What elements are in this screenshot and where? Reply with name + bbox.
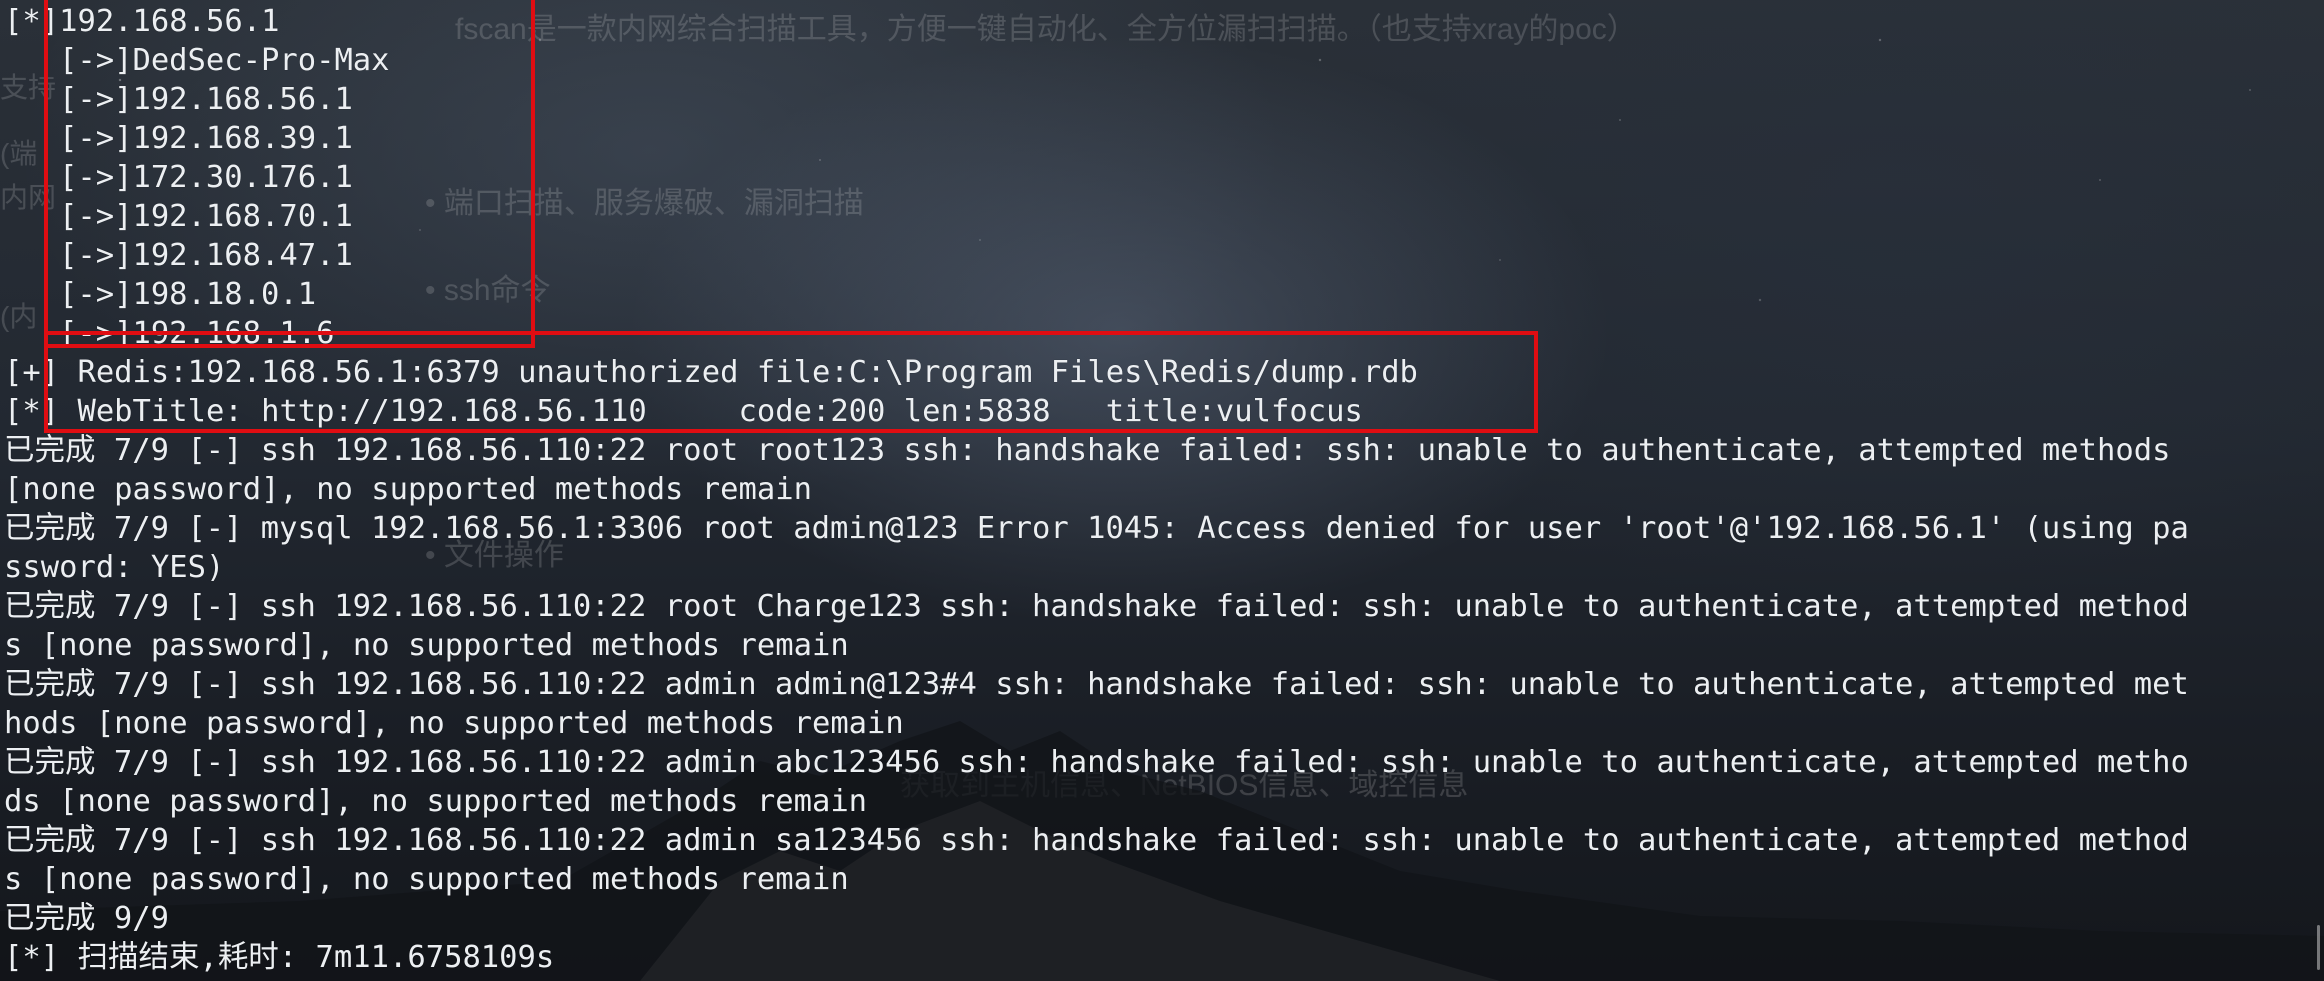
log-line: [none password], no supported methods re…	[4, 472, 812, 507]
log-line: 已完成 7/9 [-] ssh 192.168.56.110:22 admin …	[4, 667, 2189, 702]
terminal-window[interactable]: fscan是一款内网综合扫描工具，方便一键自动化、全方位漏扫扫描。（也支持xra…	[0, 0, 2324, 981]
log-line: ssword: YES)	[4, 550, 225, 585]
log-line: s [none password], no supported methods …	[4, 628, 849, 663]
interface-line: [->]192.168.70.1	[59, 199, 353, 234]
host-header-line: [*]192.168.56.1	[4, 4, 280, 39]
log-line: 已完成 7/9 [-] ssh 192.168.56.110:22 root C…	[4, 589, 2189, 624]
log-line: 已完成 9/9	[4, 901, 169, 936]
terminal-output[interactable]: [*]192.168.56.1 [->]DedSec-Pro-Max [->]192…	[4, 2, 2189, 977]
interface-line: [->]192.168.39.1	[59, 121, 353, 156]
interface-line: [->]192.168.1.6	[59, 316, 335, 351]
interface-line: [->]172.30.176.1	[59, 160, 353, 195]
interface-line: [->]192.168.47.1	[59, 238, 353, 273]
webtitle-finding-line: [*] WebTitle: http://192.168.56.110 code…	[4, 394, 1363, 429]
log-line: 已完成 7/9 [-] ssh 192.168.56.110:22 admin …	[4, 823, 2189, 858]
interface-line: [->]192.168.56.1	[59, 82, 353, 117]
interface-line: [->]DedSec-Pro-Max	[59, 43, 390, 78]
log-line: s [none password], no supported methods …	[4, 862, 849, 897]
log-line: 已完成 7/9 [-] ssh 192.168.56.110:22 root r…	[4, 433, 2171, 468]
redis-finding-line: [+] Redis:192.168.56.1:6379 unauthorized…	[4, 355, 1418, 390]
log-line: 已完成 7/9 [-] mysql 192.168.56.1:3306 root…	[4, 511, 2189, 546]
scrollbar[interactable]	[2317, 925, 2320, 970]
log-line: 已完成 7/9 [-] ssh 192.168.56.110:22 admin …	[4, 745, 2189, 780]
interface-line: [->]198.18.0.1	[59, 277, 317, 312]
log-line: ds [none password], no supported methods…	[4, 784, 868, 819]
log-line: hods [none password], no supported metho…	[4, 706, 904, 741]
scan-complete-line: [*] 扫描结束,耗时: 7m11.6758109s	[4, 940, 555, 975]
